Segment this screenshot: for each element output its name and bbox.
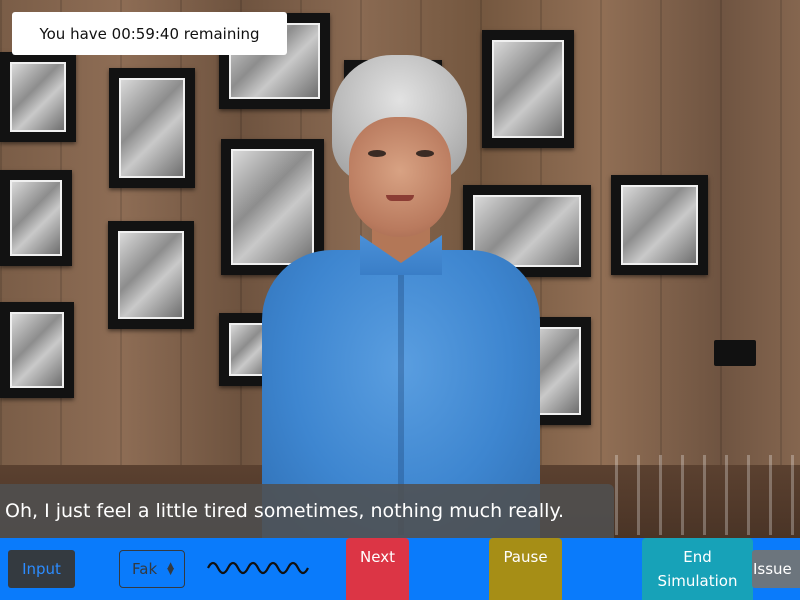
end-simulation-label-line1: End [683,548,712,566]
report-issue-button[interactable]: Issue [752,550,800,588]
patient-avatar [262,55,540,538]
next-button[interactable]: Next [346,538,409,600]
wall-photo [0,52,76,142]
avatar-mouth [386,195,414,201]
avatar-eye-left [368,150,386,157]
speech-subtitle: Oh, I just feel a little tired sometimes… [0,484,614,538]
avatar-eye-right [416,150,434,157]
input-button[interactable]: Input [8,550,75,588]
end-simulation-label-line2: Simulation [657,572,738,590]
wall-photo [611,175,708,275]
wall-photo [108,221,194,329]
wall-photo [0,170,72,266]
avatar-face [349,117,451,237]
simulation-scene [0,0,800,538]
audio-waveform-icon [207,561,309,575]
voice-select[interactable]: Fak ▲ ▼ [119,550,185,588]
pause-button[interactable]: Pause [489,538,562,600]
wine-glasses [615,455,795,535]
time-remaining: You have 00:59:40 remaining [12,12,287,55]
wall-switch [714,340,756,366]
voice-select-value: Fak [132,560,158,578]
end-simulation-button[interactable]: End Simulation [642,538,753,600]
wall-photo [0,302,74,398]
wall-photo [109,68,195,188]
sort-arrows-icon: ▲ ▼ [167,561,174,577]
